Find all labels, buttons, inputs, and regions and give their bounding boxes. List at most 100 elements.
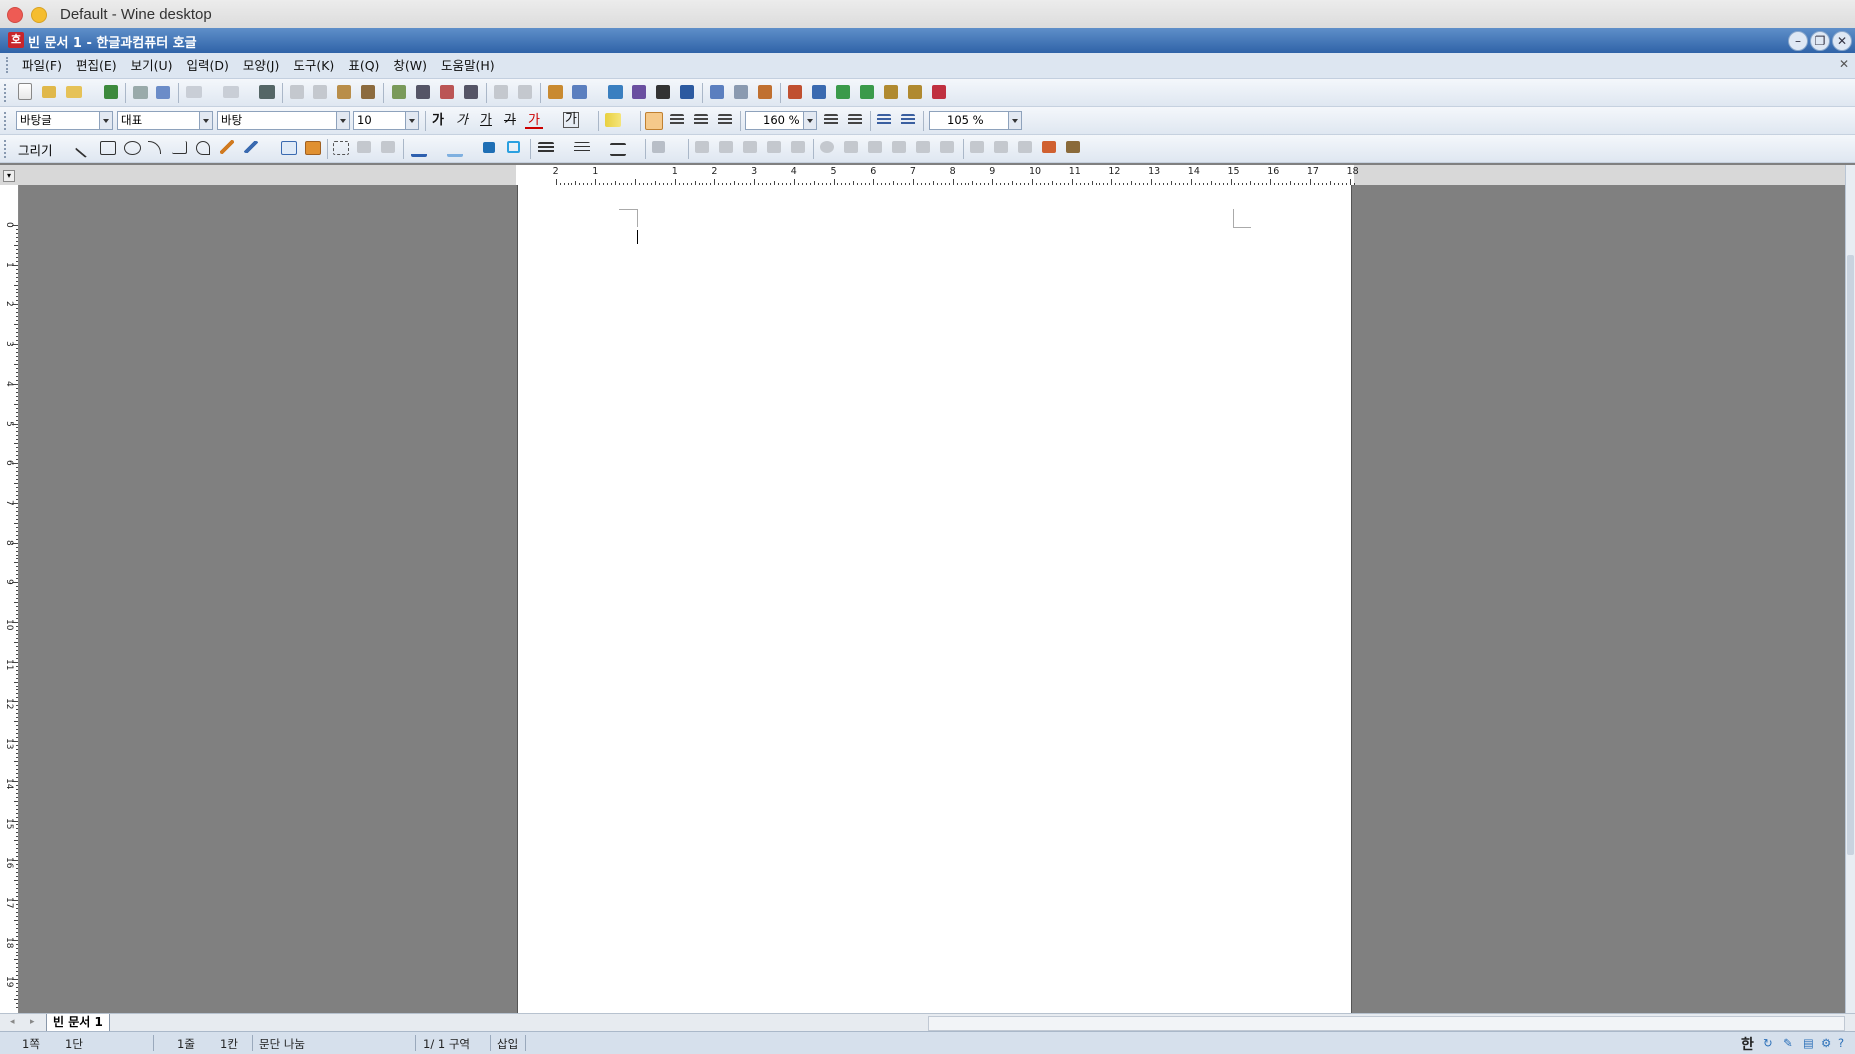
find-icon[interactable]	[259, 85, 275, 99]
redo-icon[interactable]	[223, 86, 239, 98]
mail-merge-icon[interactable]	[932, 85, 946, 99]
edit-points-icon[interactable]	[940, 141, 954, 153]
tab-document[interactable]: 빈 문서 1	[46, 1014, 110, 1032]
rotate-free-icon[interactable]	[820, 141, 834, 153]
chevron-down-icon[interactable]	[803, 112, 816, 129]
ime-language-indicator[interactable]: 한	[1741, 1034, 1754, 1054]
textbox-tool-icon[interactable]	[281, 141, 297, 155]
ruler-corner-icon[interactable]: ▾	[3, 170, 15, 182]
menu-insert[interactable]: 입력(D)	[180, 53, 236, 78]
ungroup-icon[interactable]	[381, 141, 395, 153]
menu-file[interactable]: 파일(F)	[15, 53, 69, 78]
cut-icon[interactable]	[290, 85, 304, 99]
increase-indent-icon[interactable]	[848, 114, 862, 126]
distribute-icon[interactable]	[767, 141, 781, 153]
ime-tools-icon[interactable]: ⚙	[1821, 1036, 1831, 1050]
insert-chart-icon[interactable]	[608, 85, 623, 99]
bring-front-icon[interactable]	[695, 141, 709, 153]
align-objects-icon[interactable]	[743, 141, 757, 153]
open-folder-icon[interactable]	[66, 86, 82, 98]
polygon-tool-icon[interactable]	[172, 141, 187, 154]
hwp-logo-icon[interactable]: 호	[8, 32, 24, 48]
bold-button[interactable]: 가	[429, 112, 447, 130]
style-icon[interactable]	[440, 85, 454, 99]
hyperlink-icon[interactable]	[494, 85, 508, 99]
scrollbar-thumb[interactable]	[1847, 255, 1854, 855]
zoom-select[interactable]: 105 %	[929, 111, 1022, 130]
connector-tool-icon[interactable]	[244, 141, 258, 153]
decrease-indent-icon[interactable]	[824, 114, 838, 126]
print-preview-icon[interactable]	[156, 86, 170, 99]
insert-object-icon[interactable]	[734, 85, 748, 99]
menu-tools[interactable]: 도구(K)	[286, 53, 341, 78]
wrap-icon[interactable]	[652, 141, 665, 153]
font-color-button[interactable]: 가	[525, 112, 543, 129]
object-props-icon[interactable]	[994, 141, 1008, 153]
line-spacing-select[interactable]: 160 %	[745, 111, 817, 130]
font-select[interactable]: 바탕	[217, 111, 350, 130]
copy-icon[interactable]	[313, 85, 327, 99]
arc-tool-icon[interactable]	[148, 141, 161, 154]
header-icon[interactable]	[758, 85, 772, 99]
font-size-select[interactable]: 10	[353, 111, 419, 130]
save-icon[interactable]	[104, 85, 118, 99]
line-tool-icon[interactable]	[74, 139, 94, 159]
ellipse-tool-icon[interactable]	[124, 141, 141, 155]
endnote-icon[interactable]	[836, 85, 850, 99]
menu-close-icon[interactable]: ✕	[1839, 57, 1849, 71]
ime-pad-icon[interactable]: ✎	[1783, 1036, 1793, 1050]
menu-format[interactable]: 모양(J)	[236, 53, 286, 78]
numbered-list-icon[interactable]	[877, 114, 891, 126]
underline-button[interactable]: 가	[477, 112, 495, 130]
caption-obj-icon[interactable]	[970, 141, 984, 153]
flip-horizontal-icon[interactable]	[892, 141, 906, 153]
rectangle-tool-icon[interactable]	[100, 141, 116, 155]
menu-help[interactable]: 도움말(H)	[434, 53, 502, 78]
arrow-style-icon[interactable]	[610, 143, 626, 156]
insert-table-icon[interactable]	[572, 85, 587, 99]
horizontal-ruler[interactable]: 2 1 1 2 3 4 5 6 7 8 9 10 11 12 13 14 15 16 17 18	[516, 165, 1359, 186]
ime-mode-icon[interactable]: ↻	[1763, 1036, 1773, 1050]
memo-icon[interactable]	[788, 85, 802, 99]
undo-icon[interactable]	[186, 86, 202, 98]
highlight-icon[interactable]	[605, 113, 621, 127]
italic-button[interactable]: 가	[453, 112, 471, 130]
menu-table[interactable]: 표(Q)	[341, 53, 386, 78]
chevron-down-icon[interactable]	[199, 112, 212, 129]
status-mode[interactable]: 삽입	[497, 1036, 518, 1052]
chevron-down-icon[interactable]	[336, 112, 349, 129]
toc-icon[interactable]	[908, 85, 922, 99]
insert-picture-icon[interactable]	[548, 85, 563, 99]
bullet-list-icon[interactable]	[901, 114, 915, 126]
tab-next-icon[interactable]: ▸	[30, 1017, 35, 1027]
insert-formula-icon[interactable]	[656, 85, 670, 99]
bookmark-icon[interactable]	[518, 85, 532, 99]
document-page[interactable]	[517, 185, 1352, 1013]
curve-tool-icon[interactable]	[196, 141, 210, 155]
line-color-icon[interactable]	[411, 140, 427, 157]
align-right-icon[interactable]	[718, 114, 732, 126]
shadow-icon[interactable]	[483, 142, 495, 153]
object-toolbar-icon[interactable]	[1066, 141, 1080, 153]
new-template-icon[interactable]	[42, 86, 56, 98]
draw-menu-button[interactable]: 그리기	[18, 140, 53, 159]
size-match-icon[interactable]	[791, 141, 805, 153]
style-select[interactable]: 바탕글	[16, 111, 113, 130]
align-center-icon[interactable]	[694, 114, 708, 126]
select-object-icon[interactable]	[333, 141, 349, 155]
pencil-tool-icon[interactable]	[220, 140, 234, 154]
columns-icon[interactable]	[464, 85, 478, 99]
format-painter-icon[interactable]	[361, 85, 375, 99]
caption-icon[interactable]	[860, 85, 874, 99]
chevron-down-icon[interactable]	[1008, 112, 1021, 129]
line-style-icon[interactable]	[538, 142, 554, 153]
text-art-tool-icon[interactable]	[305, 141, 321, 155]
vertical-scrollbar[interactable]	[1845, 165, 1855, 1013]
print-icon[interactable]	[133, 86, 148, 99]
new-document-icon[interactable]	[18, 83, 32, 100]
horizontal-scrollbar[interactable]	[928, 1016, 1845, 1031]
strikethrough-button[interactable]: 가	[501, 112, 519, 130]
paste-icon[interactable]	[337, 85, 351, 99]
app-restore-button[interactable]: ❐	[1810, 31, 1830, 51]
ime-dict-icon[interactable]: ▤	[1803, 1036, 1814, 1050]
